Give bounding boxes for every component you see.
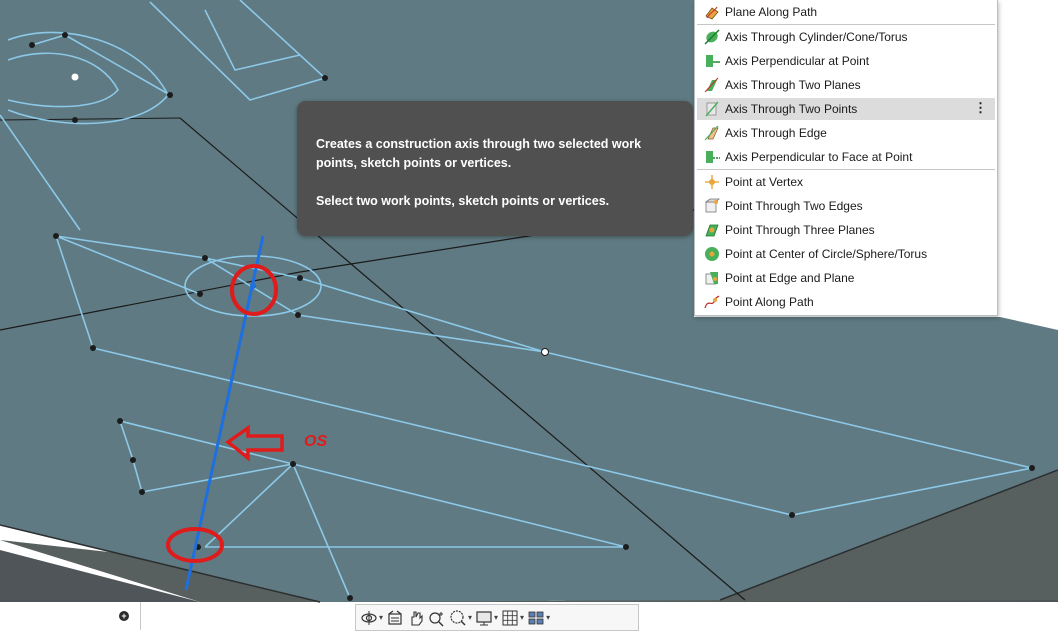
chevron-down-icon[interactable]: ▾ [494, 613, 498, 622]
menu-item-point-edge-plane[interactable]: Point at Edge and Plane [697, 267, 995, 289]
sketch-point-selected [71, 73, 79, 81]
axis-point [250, 283, 256, 289]
chevron-down-icon[interactable]: ▾ [520, 613, 524, 622]
chevron-down-icon[interactable]: ▾ [468, 613, 472, 622]
orbit-tool[interactable]: ▾ [360, 606, 383, 630]
menu-item-label: Axis Through Two Points [725, 102, 858, 116]
orbit-icon [360, 609, 378, 627]
menu-item-point-vertex[interactable]: Point at Vertex [697, 171, 995, 193]
pan-tool[interactable] [407, 606, 425, 630]
menu-item-label: Axis Through Edge [725, 126, 827, 140]
point-along-path-icon [703, 293, 721, 311]
zoom-tool[interactable] [428, 606, 446, 630]
menu-item-axis-perpendicular-face[interactable]: Axis Perpendicular to Face at Point [697, 146, 995, 168]
menu-item-label: Point at Vertex [725, 175, 804, 189]
menu-item-plane-along-path[interactable]: Plane Along Path [697, 1, 995, 23]
axis-two-planes-icon [703, 76, 721, 94]
point-center-icon [703, 245, 721, 263]
point-vertex-icon [703, 173, 721, 191]
menu-item-label: Point Through Two Edges [725, 199, 863, 213]
menu-separator [697, 24, 995, 25]
menu-item-label: Point at Center of Circle/Sphere/Torus [725, 247, 928, 261]
chevron-down-icon[interactable]: ▾ [379, 613, 383, 622]
zoom-icon [428, 609, 446, 627]
menu-item-axis-two-planes[interactable]: Axis Through Two Planes [697, 74, 995, 96]
grid-tool[interactable]: ▾ [501, 606, 524, 630]
display-mode-tool[interactable]: ▾ [475, 606, 498, 630]
tooltip-description: Creates a construction axis through two … [316, 137, 642, 170]
menu-item-point-along-path[interactable]: Point Along Path [697, 291, 995, 313]
markup-os-label: OS [304, 433, 327, 450]
multi-window-icon [527, 609, 545, 627]
axis-cylinder-icon [703, 28, 721, 46]
pan-icon [407, 609, 425, 627]
axis-perpendicular-face-icon [703, 148, 721, 166]
menu-item-axis-cylinder[interactable]: Axis Through Cylinder/Cone/Torus [697, 26, 995, 48]
menu-item-label: Point Through Three Planes [725, 223, 875, 237]
zoom-window-icon [449, 609, 467, 627]
menu-item-label: Plane Along Path [725, 5, 818, 19]
sketch-point-selected [541, 348, 549, 356]
point-three-planes-icon [703, 221, 721, 239]
menu-item-label: Axis Through Two Planes [725, 78, 861, 92]
point-edge-plane-icon [703, 269, 721, 287]
menu-item-axis-edge[interactable]: Axis Through Edge [697, 122, 995, 144]
add-icon[interactable]: + [119, 611, 129, 621]
menu-item-point-three-planes[interactable]: Point Through Three Planes [697, 219, 995, 241]
menu-item-axis-two-points[interactable]: Axis Through Two Points ⋮ [697, 98, 995, 120]
plane-along-path-icon [703, 3, 721, 21]
more-options-icon[interactable]: ⋮ [974, 101, 987, 115]
work-feature-menu: Plane Along Path Axis Through Cylinder/C… [694, 0, 998, 316]
menu-item-axis-perpendicular-point[interactable]: Axis Perpendicular at Point [697, 50, 995, 72]
tooltip-instruction: Select two work points, sketch points or… [316, 194, 610, 208]
axis-edge-icon [703, 124, 721, 142]
navigation-bar: ▾ ▾ ▾ ▾ ▾ [355, 604, 639, 631]
multi-window-tool[interactable]: ▾ [527, 606, 550, 630]
grid-icon [501, 609, 519, 627]
menu-item-point-two-edges[interactable]: Point Through Two Edges [697, 195, 995, 217]
axis-two-points-icon [703, 100, 721, 118]
menu-item-label: Axis Through Cylinder/Cone/Torus [725, 30, 908, 44]
command-tooltip: Creates a construction axis through two … [297, 101, 693, 236]
view-face-icon [386, 609, 404, 627]
zoom-window-tool[interactable]: ▾ [449, 606, 472, 630]
menu-separator [697, 169, 995, 170]
menu-item-label: Axis Perpendicular to Face at Point [725, 150, 913, 164]
menu-item-label: Point at Edge and Plane [725, 271, 855, 285]
display-mode-icon [475, 609, 493, 627]
menu-item-label: Axis Perpendicular at Point [725, 54, 870, 68]
axis-perpendicular-point-icon [703, 52, 721, 70]
point-two-edges-icon [703, 197, 721, 215]
status-input-field[interactable]: + [0, 602, 141, 630]
view-face-tool[interactable] [386, 606, 404, 630]
menu-item-label: Point Along Path [725, 295, 814, 309]
menu-item-point-center[interactable]: Point at Center of Circle/Sphere/Torus [697, 243, 995, 265]
chevron-down-icon[interactable]: ▾ [546, 613, 550, 622]
